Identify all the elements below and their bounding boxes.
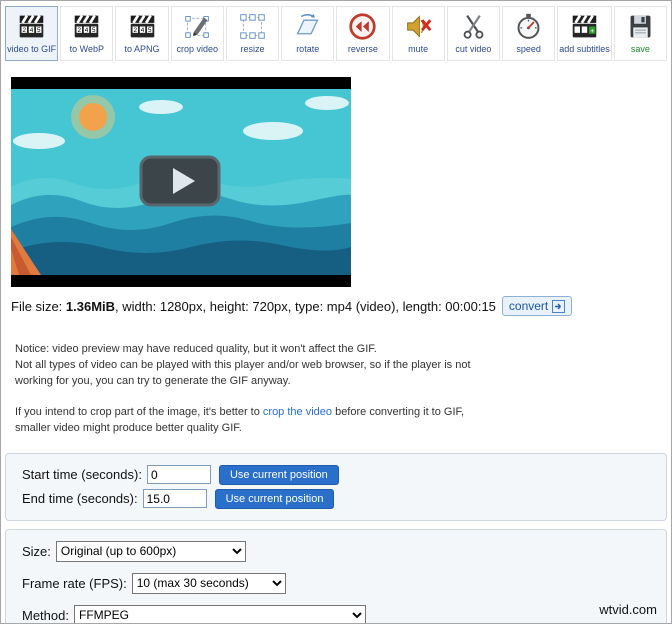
clapperboard-icon: 245 [17, 11, 46, 42]
toolbar-label: reverse [347, 44, 378, 54]
start-time-input[interactable] [146, 465, 211, 485]
watermark-text: wtvid.com [599, 602, 657, 617]
svg-text:2: 2 [133, 27, 137, 34]
svg-text:2: 2 [78, 27, 82, 34]
speedometer-icon [514, 11, 543, 42]
size-row: Size: Original (up to 600px) [22, 540, 650, 562]
toolbar-button-resize[interactable]: resize [225, 6, 280, 61]
toolbar-label: mute [408, 44, 429, 54]
size-select[interactable]: Original (up to 600px) [55, 540, 246, 562]
convert-mini-button[interactable]: convert [501, 296, 573, 316]
frame-rate-select[interactable]: 10 (max 30 seconds) [131, 572, 286, 594]
gif-options-panel: Size: Original (up to 600px) Frame rate … [5, 528, 667, 623]
toolbar-button-cut-video[interactable]: cut video [446, 6, 500, 61]
start-time-row: Start time (seconds): Use current positi… [22, 464, 650, 485]
rotate-icon [293, 11, 322, 42]
toolbar-button-save[interactable]: save [613, 6, 667, 61]
clapperboard-icon: 245 [72, 11, 101, 42]
notice-text: Notice: video preview may have reduced q… [15, 342, 475, 390]
toolbar-button-rotate[interactable]: rotate [281, 6, 335, 61]
clapperboard-icon: 245 [128, 11, 157, 42]
method-row: Method: FFMPEG [22, 604, 650, 623]
notice-line-1: Notice: video preview may have reduced q… [15, 343, 377, 355]
video-to-gif-page: 245 video to GIF 245 to WebP 245 to APNG… [0, 0, 672, 624]
file-info-line: File size: 1.36MiB, width: 1280px, heigh… [11, 296, 671, 316]
end-time-row: End time (seconds): Use current position [22, 488, 650, 509]
file-info-text: File size: 1.36MiB, width: 1280px, heigh… [11, 298, 496, 314]
toolbar-button-crop-video[interactable]: crop video [170, 6, 224, 61]
toolbar-label: resize [240, 44, 265, 54]
start-time-label: Start time (seconds): [22, 467, 142, 483]
use-current-position-end-button[interactable]: Use current position [214, 488, 335, 509]
toolbar-label: to WebP [69, 44, 104, 54]
scissors-icon [459, 11, 488, 42]
toolbar-button-add-subtitles[interactable]: + add subtitles [557, 6, 612, 61]
toolbar-label: to APNG [124, 44, 160, 54]
svg-text:5: 5 [92, 27, 96, 34]
svg-text:2: 2 [23, 27, 27, 34]
toolbar: 245 video to GIF 245 to WebP 245 to APNG… [1, 1, 671, 65]
use-current-position-start-button[interactable]: Use current position [218, 464, 339, 485]
end-time-label: End time (seconds): [22, 491, 138, 507]
toolbar-label: speed [516, 44, 541, 54]
time-range-panel: Start time (seconds): Use current positi… [5, 452, 667, 521]
toolbar-label: video to GIF [7, 44, 57, 54]
svg-text:5: 5 [37, 27, 41, 34]
toolbar-label: crop video [176, 44, 219, 54]
toolbar-button-to-apng[interactable]: 245 to APNG [115, 6, 169, 61]
frame-rate-label: Frame rate (FPS): [22, 575, 127, 591]
method-select[interactable]: FFMPEG [73, 604, 366, 623]
toolbar-label: rotate [296, 44, 320, 54]
toolbar-button-speed[interactable]: speed [501, 6, 556, 61]
toolbar-button-reverse[interactable]: reverse [336, 6, 390, 61]
svg-text:4: 4 [85, 27, 89, 34]
video-preview-frame [11, 77, 351, 287]
svg-text:5: 5 [148, 27, 152, 34]
method-label: Method: [22, 607, 69, 623]
play-button [139, 155, 221, 207]
svg-text:+: + [590, 26, 594, 35]
video-player[interactable] [11, 77, 351, 287]
toolbar-label: cut video [455, 44, 492, 54]
toolbar-label: save [630, 44, 650, 54]
clapperboard-plus-icon: + [570, 11, 599, 42]
floppy-icon [626, 11, 655, 42]
resize-icon [238, 11, 267, 42]
size-label: Size: [22, 543, 51, 559]
file-size-value: 1.36MiB [65, 298, 116, 314]
toolbar-button-to-webp[interactable]: 245 to WebP [60, 6, 114, 61]
end-time-input[interactable] [142, 489, 207, 509]
crop-hint-text: If you intend to crop part of the image,… [15, 405, 465, 434]
mute-icon [404, 11, 433, 42]
svg-text:4: 4 [140, 27, 144, 34]
toolbar-label: add subtitles [559, 44, 610, 54]
notice-line-2: Not all types of video can be played wit… [15, 358, 471, 387]
reverse-icon [348, 11, 377, 42]
svg-text:4: 4 [30, 27, 34, 34]
crop-the-video-link[interactable]: crop the video [263, 406, 332, 418]
toolbar-button-mute[interactable]: mute [391, 6, 445, 61]
toolbar-button-video-to-gif[interactable]: 245 video to GIF [5, 6, 59, 61]
frame-rate-row: Frame rate (FPS): 10 (max 30 seconds) [22, 572, 650, 594]
convert-mini-label: convert [508, 299, 549, 313]
crop-icon [183, 11, 212, 42]
convert-arrow-icon [552, 299, 566, 313]
